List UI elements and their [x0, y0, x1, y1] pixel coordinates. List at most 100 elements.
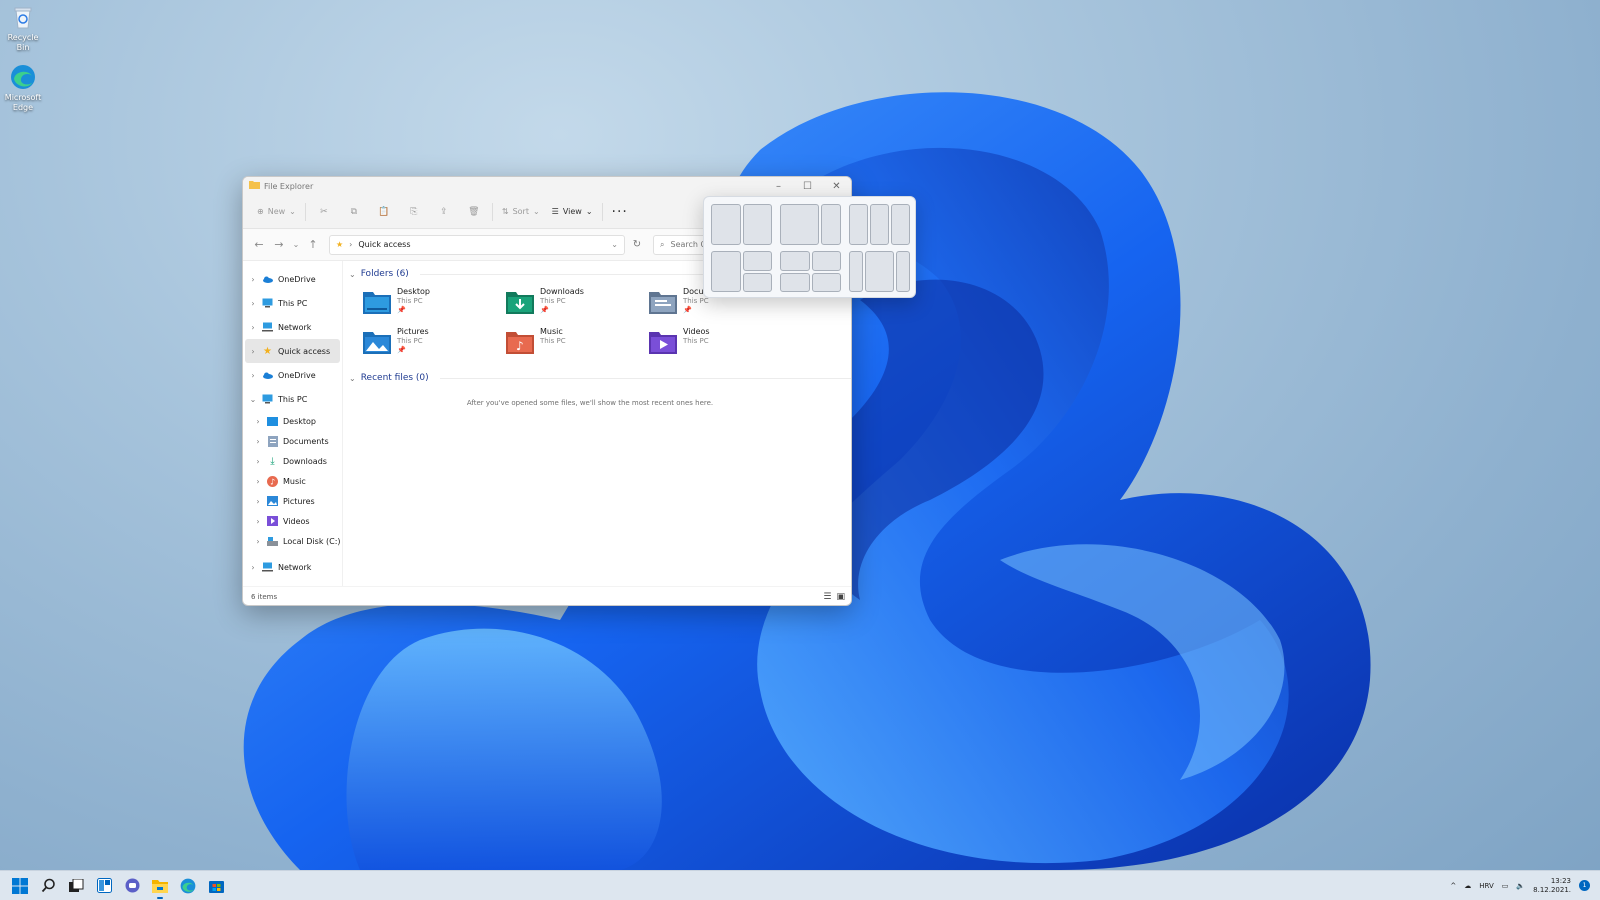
file-explorer-taskbar-button[interactable]: [146, 872, 174, 900]
chevron-down-icon[interactable]: ⌄: [349, 374, 356, 383]
snap-layout-two-thirds[interactable]: [780, 204, 841, 245]
chevron-right-icon[interactable]: ›: [249, 299, 257, 308]
folder-item-downloads[interactable]: Downloads This PC 📌: [506, 287, 649, 319]
snap-layout-half-quarters[interactable]: [711, 251, 772, 292]
copy-button[interactable]: ⧉: [339, 201, 369, 223]
snap-zone[interactable]: [891, 204, 910, 245]
address-bar[interactable]: ★ › Quick access ⌄: [329, 234, 625, 255]
sidebar-item-desktop[interactable]: › Desktop: [243, 411, 342, 431]
sidebar-item-local-disk[interactable]: › Local Disk (C:): [243, 531, 342, 551]
delete-button[interactable]: 🗑: [459, 201, 489, 223]
snap-layout-halves[interactable]: [711, 204, 772, 245]
chevron-right-icon[interactable]: ›: [254, 437, 262, 446]
back-button[interactable]: ←: [249, 235, 269, 255]
chevron-right-icon[interactable]: ›: [254, 477, 262, 486]
close-button[interactable]: ✕: [822, 177, 851, 195]
chevron-right-icon[interactable]: ›: [249, 323, 257, 332]
snap-zone[interactable]: [742, 272, 772, 292]
search-button[interactable]: [34, 872, 62, 900]
up-button[interactable]: ↑: [303, 235, 323, 255]
snap-zone[interactable]: [870, 204, 889, 245]
forward-button[interactable]: →: [269, 235, 289, 255]
rename-button[interactable]: ⎘: [399, 201, 429, 223]
chevron-right-icon[interactable]: ›: [254, 517, 262, 526]
snap-layout-wide-center[interactable]: [849, 251, 910, 292]
chat-button[interactable]: [118, 872, 146, 900]
details-view-icon[interactable]: ☰: [823, 592, 831, 602]
snap-zone[interactable]: [811, 251, 841, 271]
snap-zone[interactable]: [821, 204, 841, 245]
chevron-right-icon[interactable]: ›: [249, 347, 257, 356]
network-icon[interactable]: ▭: [1502, 882, 1509, 890]
sidebar-item-pictures[interactable]: › Pictures: [243, 491, 342, 511]
edge-taskbar-button[interactable]: [174, 872, 202, 900]
snap-zone[interactable]: [780, 272, 810, 292]
notification-badge[interactable]: 1: [1579, 880, 1590, 891]
folder-item-videos[interactable]: Videos This PC: [649, 327, 792, 359]
sidebar-item-downloads[interactable]: › ⤓ Downloads: [243, 451, 342, 471]
snap-zone[interactable]: [811, 272, 841, 292]
sidebar-item-this-pc[interactable]: › This PC: [243, 291, 342, 315]
snap-zone[interactable]: [849, 204, 868, 245]
folder-item-desktop[interactable]: Desktop This PC 📌: [363, 287, 506, 319]
view-button[interactable]: ☰ View ⌄: [546, 201, 599, 223]
tiles-view-icon[interactable]: ▣: [836, 592, 845, 602]
chevron-right-icon[interactable]: ›: [254, 537, 262, 546]
sidebar-item-onedrive[interactable]: › OneDrive: [243, 363, 342, 387]
sidebar-item-documents[interactable]: › Documents: [243, 431, 342, 451]
snap-zone[interactable]: [742, 251, 772, 271]
folder-item-music[interactable]: ♪ Music This PC: [506, 327, 649, 359]
clock[interactable]: 13:23 8.12.2021.: [1533, 877, 1571, 895]
chevron-right-icon[interactable]: ›: [254, 417, 262, 426]
sidebar-item-onedrive[interactable]: › OneDrive: [243, 267, 342, 291]
snap-zone[interactable]: [865, 251, 894, 292]
snap-zone[interactable]: [895, 251, 910, 292]
sidebar-item-this-pc[interactable]: ⌄ This PC: [243, 387, 342, 411]
sidebar-item-network[interactable]: › Network: [243, 555, 342, 579]
folder-item-pictures[interactable]: Pictures This PC 📌: [363, 327, 506, 359]
chevron-down-icon[interactable]: ⌄: [611, 240, 618, 249]
show-hidden-icons-button[interactable]: ^: [1450, 882, 1456, 890]
cut-button[interactable]: ✂: [309, 201, 339, 223]
share-button[interactable]: ⇪: [429, 201, 459, 223]
chevron-right-icon[interactable]: ›: [254, 497, 262, 506]
snap-zone[interactable]: [711, 251, 741, 292]
start-button[interactable]: [6, 872, 34, 900]
snap-layout-thirds[interactable]: [849, 204, 910, 245]
maximize-button[interactable]: ☐: [793, 177, 822, 195]
recent-files-group-header[interactable]: ⌄ Recent files (0): [349, 369, 851, 387]
snap-zone[interactable]: [711, 204, 741, 245]
snap-zone[interactable]: [780, 251, 810, 271]
store-button[interactable]: [202, 872, 230, 900]
input-language[interactable]: HRV: [1479, 882, 1494, 890]
snap-zone[interactable]: [780, 204, 820, 245]
chevron-right-icon[interactable]: ›: [249, 563, 257, 572]
more-options-button[interactable]: ···: [606, 201, 634, 223]
sidebar-item-music[interactable]: › ♪ Music: [243, 471, 342, 491]
sidebar-item-network[interactable]: › Network: [243, 315, 342, 339]
new-button[interactable]: ⊕ New ⌄: [251, 201, 302, 223]
recent-locations-button[interactable]: ⌄: [289, 235, 303, 255]
breadcrumb-location[interactable]: Quick access: [358, 240, 410, 249]
snap-zone[interactable]: [742, 204, 772, 245]
volume-icon[interactable]: 🔈: [1516, 882, 1525, 890]
sidebar-item-videos[interactable]: › Videos: [243, 511, 342, 531]
chevron-down-icon[interactable]: ⌄: [249, 395, 257, 404]
chevron-right-icon[interactable]: ›: [249, 371, 257, 380]
widgets-button[interactable]: [90, 872, 118, 900]
desktop-icon-edge[interactable]: Microsoft Edge: [2, 64, 44, 113]
snap-zone[interactable]: [849, 251, 864, 292]
paste-button[interactable]: 📋: [369, 201, 399, 223]
sort-button[interactable]: ⇅ Sort ⌄: [496, 201, 546, 223]
chevron-right-icon[interactable]: ›: [249, 275, 257, 284]
refresh-button[interactable]: ↻: [627, 235, 647, 255]
minimize-button[interactable]: –: [764, 177, 793, 195]
snap-layout-quarters[interactable]: [780, 251, 841, 292]
onedrive-icon[interactable]: ☁: [1464, 882, 1471, 890]
chevron-down-icon[interactable]: ⌄: [349, 270, 356, 279]
task-view-button[interactable]: [62, 872, 90, 900]
sidebar-item-quick-access[interactable]: › ★ Quick access: [245, 339, 340, 363]
chevron-right-icon[interactable]: ›: [254, 457, 262, 466]
title-bar[interactable]: File Explorer – ☐ ✕: [243, 177, 851, 195]
desktop-icon-recycle-bin[interactable]: Recycle Bin: [2, 4, 44, 53]
